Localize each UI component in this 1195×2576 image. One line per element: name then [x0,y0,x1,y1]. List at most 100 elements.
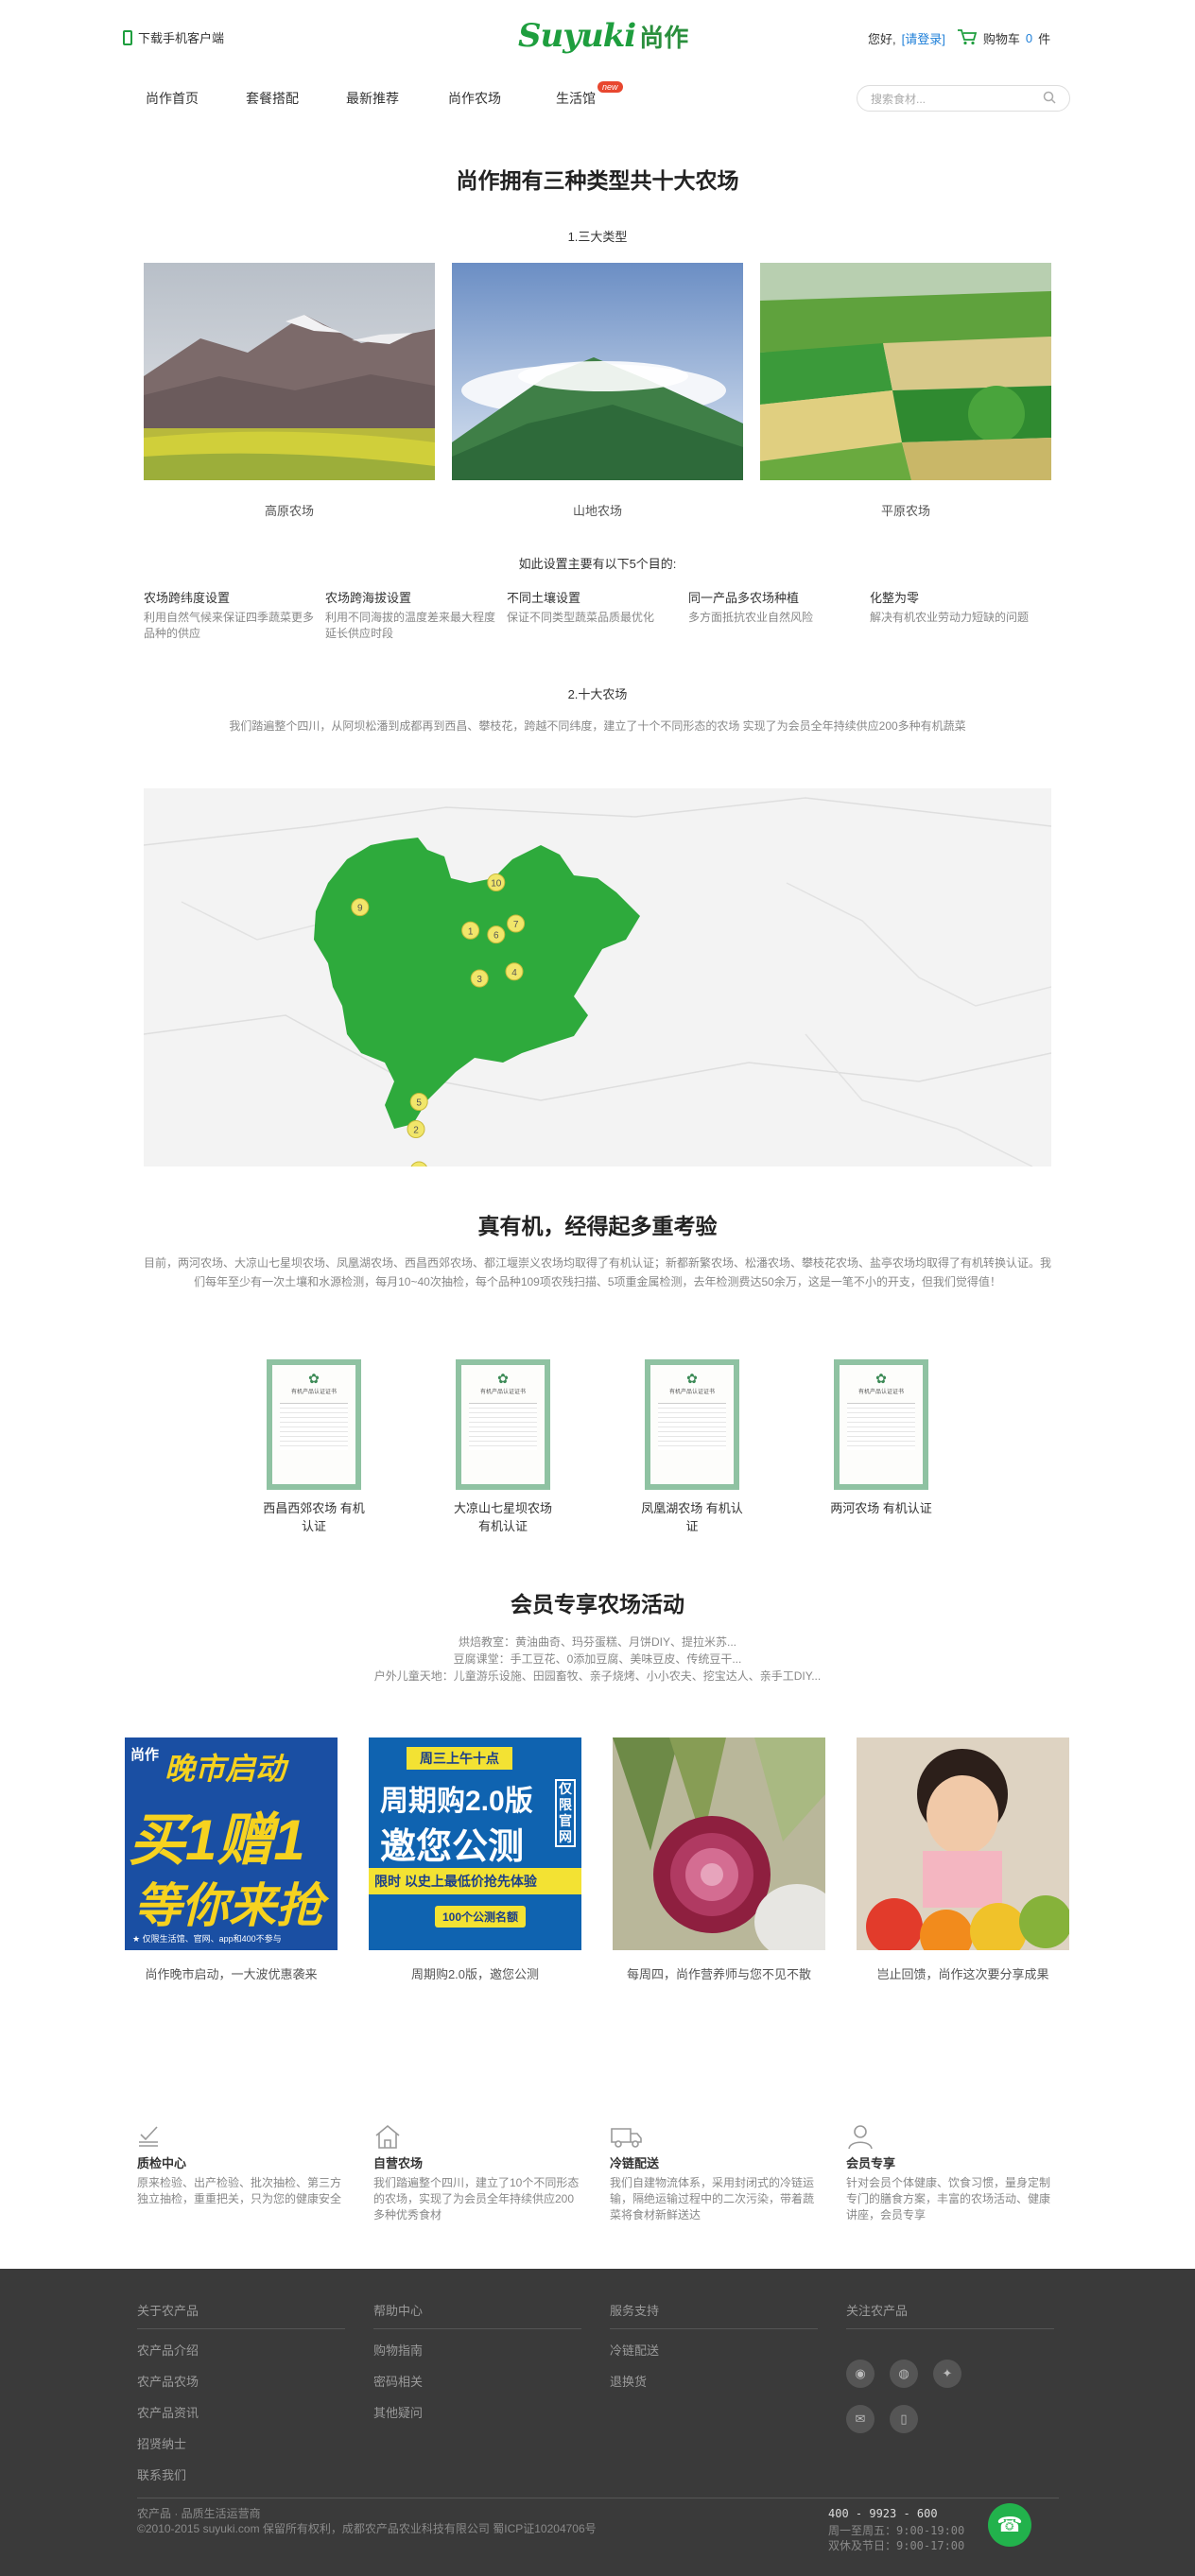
activity-caption[interactable]: 岂止回馈，尚作这次要分享成果 [857,1964,1069,1982]
new-badge: new [598,81,623,93]
banner-headline: 周期购2.0版 [380,1786,533,1817]
footer-link[interactable]: 农产品介绍 [137,2341,345,2359]
tencent-weibo-icon[interactable]: ◍ [890,2360,918,2388]
footer-link[interactable]: 农产品农场 [137,2372,345,2390]
farm-marker-5[interactable]: 5 [409,1093,428,1111]
nav-life-store[interactable]: 生活馆 new [556,81,623,108]
feature-title: 自营农场 [373,2156,424,2170]
plain-farm-caption: 平原农场 [880,504,930,518]
farm-marker-1[interactable]: 1 [461,921,480,940]
footer-link[interactable]: 密码相关 [373,2372,581,2390]
svg-text:6: 6 [494,931,499,942]
plain-farm-photo [760,263,1051,480]
footer-heading: 帮助中心 [373,2301,581,2329]
call-phone-icon[interactable]: ☎ [988,2503,1031,2547]
nav-latest[interactable]: 最新推荐 [346,89,399,108]
farm-marker-7[interactable]: 7 [507,914,526,933]
banner-invite: 邀您公测 [380,1827,525,1867]
phone-icon [123,29,132,45]
search-icon[interactable] [1043,91,1056,107]
purpose-item: 同一产品多农场种植 多方面抵抗农业自然风险 [688,588,863,626]
nav-packages[interactable]: 套餐搭配 [246,89,299,108]
farm-marker-6[interactable]: 6 [487,925,506,944]
svg-text:4: 4 [511,968,517,978]
banner-brand: 尚作 [130,1747,160,1763]
search-input[interactable]: 搜索食材... [871,91,926,107]
purpose-item: 农场跨海拔设置 利用不同海拔的温度差来最大程度延长供应时段 [325,588,500,642]
top-bar: 下载手机客户端 Suyuki 尚作 您好, [请登录] 购物车 0 件 [0,0,1195,76]
svg-text:3: 3 [476,975,482,985]
types-heading: 1.三大类型 [567,230,628,244]
farms-title: 尚作拥有三种类型共十大农场 [456,168,739,193]
footer-slogan: 农产品 · 品质生活运营商 [137,2507,261,2520]
activity-caption[interactable]: 每周四，尚作营养师与您不见不散 [613,1964,825,1982]
footer-heading: 关于农产品 [137,2301,345,2329]
logo-en: Suyuki [518,17,636,55]
weibo-icon[interactable]: ◉ [846,2360,875,2388]
site-footer: 关于农产品 农产品介绍 农产品农场 农产品资讯 招贤纳士 联系我们 帮助中心 购… [0,2269,1195,2576]
farm-marker-9[interactable]: 9 [351,898,370,917]
activity-photo-share-harvest[interactable] [857,1738,1069,1950]
feature-cold-chain: 冷链配送 我们自建物流体系，采用封闭式的冷链运输，隔绝运输过程中的二次污染，带着… [610,2123,818,2223]
mobile-app-icon[interactable]: ▯ [890,2405,918,2433]
activity-caption[interactable]: 尚作晚市启动，一大波优惠袭来 [125,1964,338,1982]
activity-photo-nutritionist[interactable] [613,1738,825,1950]
banner-quota: 100个公测名额 [435,1906,527,1928]
wechat-icon[interactable]: ✉ [846,2405,875,2433]
organic-certificate[interactable]: ✿ 有机产品认证证书 [645,1359,739,1490]
banner-grab: 等你来抢 [134,1879,323,1932]
footer-copyright: ©2010-2015 suyuki.com 保留所有权利，成都农产品农业科技有限… [137,2522,597,2535]
footer-link[interactable]: 退换货 [610,2372,818,2390]
footer-link[interactable]: 招贤纳士 [137,2434,345,2452]
activity-banner-periodic-purchase[interactable]: 周三上午十点 周期购2.0版 邀您公测 仅限官网 限时 以史上最低价抢先体验 1… [369,1738,581,1950]
site-logo[interactable]: Suyuki 尚作 [518,17,688,55]
farm-marker-10[interactable]: 10 [487,873,506,891]
cart-link[interactable]: 购物车 [983,29,1020,47]
app-download-link[interactable]: 下载手机客户端 [123,28,224,46]
cert-title: 有机产品认证证书 [668,1390,715,1395]
logo-cn: 尚作 [639,24,689,52]
cert-caption: 两河农场 有机认证 [830,1501,932,1515]
douban-icon[interactable]: ✦ [933,2360,961,2388]
footer-col-about: 关于农产品 农产品介绍 农产品农场 农产品资讯 招贤纳士 联系我们 [137,2301,345,2497]
search-box[interactable]: 搜索食材... [857,85,1070,112]
purpose-desc: 利用不同海拔的温度差来最大程度延长供应时段 [325,611,496,640]
plateau-farm-caption: 高原农场 [264,504,314,518]
purpose-title: 农场跨海拔设置 [325,591,412,605]
cert-title: 有机产品认证证书 [290,1390,337,1395]
nav-home[interactable]: 尚作首页 [146,89,199,108]
footer-hours-holiday: 双休及节日：9:00-17:00 [828,2539,965,2552]
footer-heading: 关注农产品 [846,2301,1054,2329]
footer-link[interactable]: 冷链配送 [610,2341,818,2359]
organic-certificate[interactable]: ✿ 有机产品认证证书 [456,1359,550,1490]
cart-icon[interactable] [957,28,978,48]
mountain-farm-caption: 山地农场 [572,504,622,518]
organic-certificate[interactable]: ✿ 有机产品认证证书 [267,1359,361,1490]
footer-link[interactable]: 农产品资讯 [137,2403,345,2421]
activity-caption[interactable]: 周期购2.0版，邀您公测 [369,1964,581,1982]
quality-check-icon [137,2123,345,2150]
cold-chain-truck-icon [610,2123,818,2150]
footer-link[interactable]: 联系我们 [137,2465,345,2483]
footer-link[interactable]: 购物指南 [373,2341,581,2359]
nav-farms[interactable]: 尚作农场 [448,89,501,108]
banner-offer: 限时 以史上最低价抢先体验 [369,1868,581,1894]
ten-farms-desc: 我们踏遍整个四川，从阿坝松潘到成都再到西昌、攀枝花，跨越不同纬度，建立了十个不同… [229,719,966,733]
svg-text:9: 9 [357,904,363,914]
cert-seal-icon: ✿ [308,1371,320,1386]
cert-caption: 大凉山七星坝农场 有机认证 [453,1501,552,1533]
activity-banner-night-market[interactable]: 尚作 晚市启动 买1赠1 等你来抢 ★ 仅限生活馆、官网、app和400不参与 [125,1738,338,1950]
purpose-desc: 利用自然气候来保证四季蔬菜更多品种的供应 [144,611,315,640]
farm-marker-2[interactable]: 2 [407,1120,425,1138]
login-link[interactable]: [请登录] [902,29,945,47]
farm-marker-4[interactable]: 4 [505,962,524,981]
footer-hours-weekday: 周一至周五：9:00-19:00 [828,2524,965,2537]
cert-seal-icon: ✿ [686,1371,698,1386]
footer-link[interactable]: 其他疑问 [373,2403,581,2421]
cart-count: 0 [1025,31,1033,45]
farm-marker-3[interactable]: 3 [470,969,489,988]
organic-certificate[interactable]: ✿ 有机产品认证证书 [834,1359,928,1490]
organic-desc: 目前，两河农场、大凉山七星坝农场、凤凰湖农场、西昌西郊农场、都江堰崇义农场均取得… [144,1256,1052,1288]
organic-title: 真有机，经得起多重考验 [477,1214,718,1238]
feature-desc: 原来检验、出产检验、批次抽检、第三方独立抽检，重重把关，只为您的健康安全 [137,2176,342,2205]
